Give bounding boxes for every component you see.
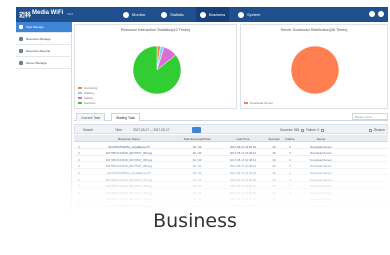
- legend-item: Failure: [78, 96, 97, 100]
- recycle-icon: [19, 49, 23, 53]
- success-filter[interactable]: Success: 965: [280, 128, 305, 132]
- success-cell: 40: [272, 144, 276, 149]
- app-logo[interactable]: 迈科 Media WiFi V3.0: [19, 10, 97, 19]
- success-checkbox[interactable]: [301, 128, 305, 132]
- nav-statistic-label: Statistic: [170, 12, 185, 17]
- monitor-icon: [123, 11, 129, 18]
- pie-slice-download-server[interactable]: [290, 45, 340, 95]
- app-version: V3.0: [67, 12, 74, 16]
- nav-monitor-label: Monitor: [132, 12, 146, 17]
- chart-legend: Canceling Waiting Failure Success: [78, 85, 97, 105]
- server-pie-chart: [290, 45, 340, 95]
- resource-interaction-chart-panel: Resource Interaction Statistics(42 Times…: [74, 24, 237, 109]
- nav-monitor[interactable]: Monitor: [119, 7, 149, 22]
- col-last-time[interactable]: Last Time: [221, 137, 265, 141]
- legend-item: Canceling: [78, 86, 97, 90]
- reason-filter[interactable]: Reason: [369, 128, 385, 132]
- task-icon: [19, 25, 23, 29]
- nav-system-label: System: [247, 12, 261, 17]
- business-icon: [200, 11, 206, 18]
- task-tabs: Current Task Waiting Task Please input: [74, 112, 388, 121]
- col-failure[interactable]: Failure: [283, 137, 297, 141]
- nav-statistic[interactable]: Statistic: [157, 7, 188, 22]
- time-label: Time: [115, 128, 122, 132]
- date-range-input[interactable]: 2017-05-17 -- 2017-05-17: [133, 128, 170, 132]
- legend-item: Success: [78, 101, 97, 105]
- fade-overlay: [0, 150, 390, 255]
- sidebar-item-resource-manage[interactable]: Resource Manage: [16, 34, 72, 45]
- col-server[interactable]: Server: [299, 137, 343, 141]
- resource-pie-chart: [132, 45, 182, 95]
- top-right-icons: [369, 11, 384, 17]
- search-input[interactable]: Please input: [352, 113, 388, 120]
- logo-mark: 迈科: [19, 13, 32, 19]
- user-icon[interactable]: [369, 11, 375, 17]
- chart-legend: Download Server: [244, 100, 273, 105]
- task-executed-cell: 40 / 40: [192, 144, 202, 149]
- sidebar-item-task-manage[interactable]: Task Manage: [16, 22, 72, 33]
- col-resource-name[interactable]: Resource Name: [86, 137, 172, 141]
- failure-cell: 0: [289, 144, 291, 149]
- caption-business: Business: [153, 210, 237, 232]
- sidebar-item-resource-recycle[interactable]: Resource Recycle: [16, 46, 72, 57]
- resource-name-cell: 20170517092654_serieBanner75: [108, 144, 150, 149]
- tab-waiting-task[interactable]: Waiting Task: [111, 113, 141, 121]
- pie-chart-icon: [161, 11, 167, 18]
- sidebar-item-label: Task Manage: [26, 25, 44, 29]
- sidebar-item-server-manage[interactable]: Server Manage: [16, 58, 72, 69]
- server-cell: Download Server: [310, 144, 332, 149]
- col-task-executed[interactable]: Task Executed/Total: [175, 137, 219, 141]
- server-icon: [19, 61, 23, 65]
- resource-icon: [19, 37, 23, 41]
- server-download-chart-panel: Server Download Distribution(48 Times) D…: [240, 24, 388, 109]
- nav-business-label: Business: [209, 12, 226, 17]
- table-row[interactable]: 1 20170517092654_serieBanner75 40 / 40 2017…: [74, 143, 388, 149]
- search-button[interactable]: [192, 127, 201, 133]
- legend-item: Download Server: [244, 101, 273, 105]
- sidebar-item-label: Resource Recycle: [26, 49, 51, 53]
- failure-checkbox[interactable]: [321, 128, 325, 132]
- reason-checkbox[interactable]: [369, 128, 372, 132]
- col-success[interactable]: Success: [267, 137, 281, 141]
- sidebar-item-label: Server Manage: [26, 61, 47, 65]
- power-icon[interactable]: [378, 11, 384, 17]
- search-label[interactable]: Search: [83, 128, 93, 132]
- top-navigation-bar: 迈科 Media WiFi V3.0 Monitor Statistic Bus…: [16, 7, 388, 22]
- system-icon: [238, 11, 244, 18]
- nav-business[interactable]: Business: [196, 7, 230, 22]
- filter-bar: Search Time 2017-05-17 -- 2017-05-17 Suc…: [74, 124, 388, 134]
- app-name: Media WiFi: [32, 10, 64, 16]
- row-index: 1: [78, 144, 80, 149]
- legend-item: Waiting: [78, 91, 97, 95]
- table-header: Resource Name Task Executed/Total Last T…: [74, 135, 388, 142]
- sidebar-item-label: Resource Manage: [26, 37, 51, 41]
- nav-system[interactable]: System: [234, 7, 264, 22]
- failure-filter[interactable]: Failure: 0: [306, 128, 325, 132]
- tab-current-task[interactable]: Current Task: [76, 113, 106, 121]
- last-time-cell: 2017-05-17 10:52:24: [230, 144, 256, 149]
